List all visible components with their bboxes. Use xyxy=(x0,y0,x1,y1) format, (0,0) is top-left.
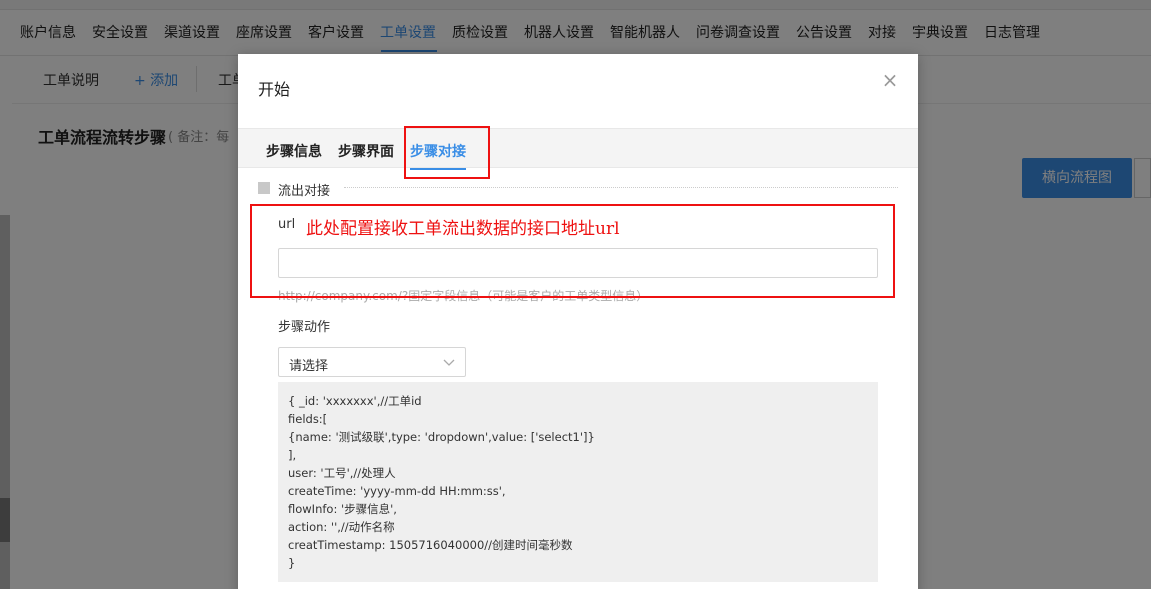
payload-example: { _id: 'xxxxxxx',//工单id fields:[ {name: '测… xyxy=(278,382,878,582)
tab-step-info[interactable]: 步骤信息 xyxy=(266,141,322,161)
code-line: user: '工号',//处理人 xyxy=(288,466,396,480)
select-value: 请选择 xyxy=(289,359,329,374)
step-action-select[interactable]: 请选择 xyxy=(278,347,466,377)
left-shadow-strip-2 xyxy=(0,498,10,542)
dialog-header: 开始 × xyxy=(238,54,918,128)
dialog-title: 开始 xyxy=(258,80,291,99)
code-line: createTime: 'yyyy-mm-dd HH:mm:ss', xyxy=(288,484,506,498)
step-dialog: 开始 × 步骤信息 步骤界面 步骤对接 流出对接 url 此处配置接收工单流出数… xyxy=(238,54,918,589)
code-line: fields:[ xyxy=(288,412,328,426)
dialog-tabbar: 步骤信息 步骤界面 步骤对接 xyxy=(238,128,918,170)
step-action-label: 步骤动作 xyxy=(278,320,331,335)
chevron-down-icon xyxy=(443,359,455,366)
close-icon[interactable]: × xyxy=(880,70,900,90)
code-line: ], xyxy=(288,448,297,462)
code-line: {name: '测试级联',type: 'dropdown',value: ['… xyxy=(288,430,595,444)
legend-divider xyxy=(344,187,898,188)
url-annotation-box xyxy=(250,204,895,298)
code-line: { _id: 'xxxxxxx',//工单id xyxy=(288,394,422,408)
code-line: creatTimestamp: 1505716040000//创建时间毫秒数 xyxy=(288,538,573,552)
legend-square-icon xyxy=(258,182,270,194)
tab-annotation-box xyxy=(404,126,490,179)
tab-step-ui[interactable]: 步骤界面 xyxy=(338,141,394,161)
code-line: } xyxy=(288,556,296,570)
outflow-legend: 流出对接 xyxy=(278,184,331,199)
code-line: action: '',//动作名称 xyxy=(288,520,395,534)
code-line: flowInfo: '步骤信息', xyxy=(288,502,397,516)
